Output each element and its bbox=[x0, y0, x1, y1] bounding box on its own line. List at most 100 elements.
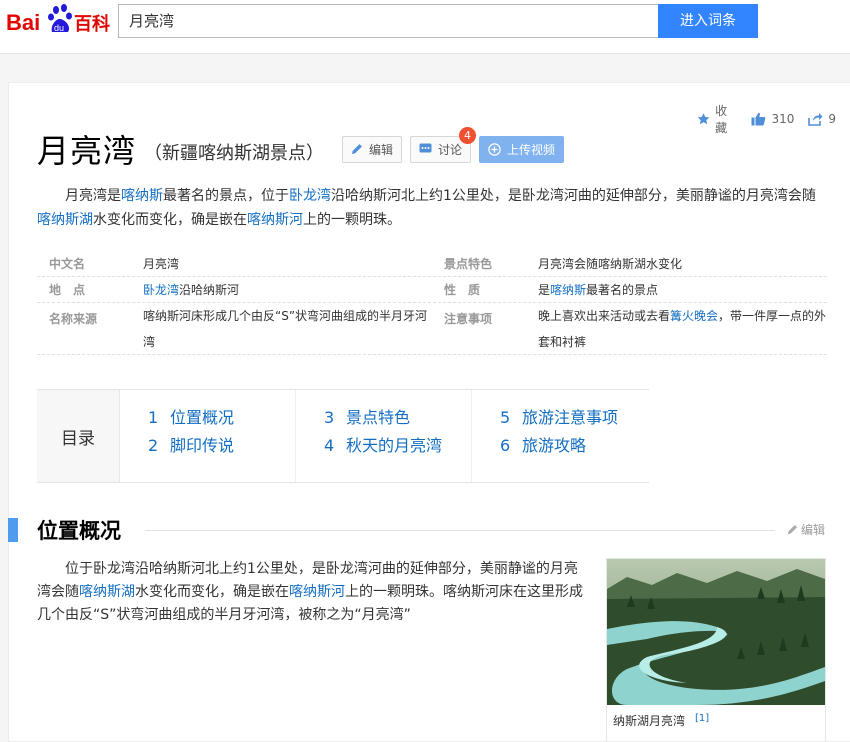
edit-button-label: 编辑 bbox=[369, 142, 394, 157]
toc-column: 3 景点特色 4 秋天的月亮湾 bbox=[296, 390, 472, 482]
toc-label: 景点特色 bbox=[346, 408, 411, 427]
info-value-text: 最著名的景点 bbox=[586, 282, 659, 297]
toc-number: 1 bbox=[148, 408, 159, 427]
info-value: 月亮湾 bbox=[143, 256, 180, 271]
enter-entry-button[interactable]: 进入词条 bbox=[658, 4, 758, 38]
discuss-button[interactable]: 讨论 4 bbox=[410, 126, 477, 163]
entry-title-row: 月亮湾 （新疆喀纳斯湖景点） 编辑 讨论 4 上传视频 bbox=[37, 126, 572, 170]
toc-item[interactable]: 6 旅游攻略 bbox=[500, 436, 648, 464]
star-icon bbox=[697, 113, 710, 125]
info-value-text: 晚上喜欢出来活动或去看 bbox=[538, 309, 671, 323]
top-header: Bai du 百科 月亮湾 进入词条 bbox=[0, 0, 850, 54]
baidu-baike-logo[interactable]: Bai du 百科 bbox=[6, 2, 110, 38]
toc-label: 位置概况 bbox=[170, 408, 235, 427]
upload-video-label: 上传视频 bbox=[507, 142, 556, 157]
section-image-card[interactable]: 纳斯湖月亮湾 [1] bbox=[606, 558, 826, 742]
search-input[interactable]: 月亮湾 bbox=[118, 4, 659, 38]
toc-label: 脚印传说 bbox=[170, 436, 235, 455]
section-divider bbox=[145, 530, 775, 531]
basic-info-table: 中文名 月亮湾 景点特色 月亮湾会随喀纳斯湖水变化 地 点 卧龙湾沿哈纳斯河 性… bbox=[37, 251, 827, 355]
share-button[interactable]: 9 bbox=[808, 112, 836, 126]
toc-column: 5 旅游注意事项 6 旅游攻略 bbox=[472, 390, 648, 482]
toc-number: 6 bbox=[500, 436, 511, 455]
toc-number: 5 bbox=[500, 408, 511, 427]
reference-link[interactable]: [1] bbox=[695, 713, 709, 724]
header-spacer bbox=[0, 55, 850, 83]
link-kanas[interactable]: 喀纳斯 bbox=[550, 283, 586, 297]
paragraph-text: 水变化而变化，确是嵌在 bbox=[135, 584, 289, 600]
toc-label: 旅游注意事项 bbox=[522, 408, 619, 427]
link-kanas-river[interactable]: 喀纳斯河 bbox=[289, 584, 345, 600]
toc-label: 旅游攻略 bbox=[522, 436, 587, 455]
section-paragraph: 位于卧龙湾沿哈纳斯河北上约1公里处，是卧龙湾河曲的延伸部分，美丽静谧的月亮湾会随… bbox=[37, 558, 587, 627]
info-value: 晚上喜欢出来活动或去看篝火晚会，带一件厚一点的外套和衬裤 bbox=[522, 303, 827, 355]
table-of-contents: 目录 1 位置概况 2 脚印传说 3 景点特色 4 秋天的月亮湾 5 旅游注意事项 6 旅游… bbox=[37, 389, 649, 483]
toc-item[interactable]: 2 脚印传说 bbox=[148, 436, 295, 464]
toc-item[interactable]: 5 旅游注意事项 bbox=[500, 408, 648, 436]
info-key: 中文名 bbox=[49, 257, 86, 271]
link-kanas-lake[interactable]: 喀纳斯湖 bbox=[79, 584, 135, 600]
toc-number: 3 bbox=[324, 408, 335, 427]
chat-icon bbox=[419, 143, 432, 153]
svg-text:du: du bbox=[54, 23, 64, 33]
info-row: 中文名 月亮湾 景点特色 月亮湾会随喀纳斯湖水变化 bbox=[37, 251, 827, 277]
info-value: 是喀纳斯最著名的景点 bbox=[522, 277, 827, 303]
svg-text:Bai: Bai bbox=[6, 10, 40, 35]
info-value: 月亮湾会随喀纳斯湖水变化 bbox=[538, 256, 683, 271]
toc-title: 目录 bbox=[37, 390, 120, 482]
image-caption-text: 纳斯湖月亮湾 bbox=[613, 714, 686, 728]
toc-item[interactable]: 3 景点特色 bbox=[324, 408, 471, 436]
upload-video-button[interactable]: 上传视频 bbox=[479, 135, 565, 163]
image-caption: 纳斯湖月亮湾 [1] bbox=[613, 712, 709, 729]
entry-stats: 收藏 310 9 bbox=[697, 104, 850, 135]
like-count: 310 bbox=[771, 112, 795, 126]
pencil-icon bbox=[787, 525, 797, 535]
discuss-count-badge: 4 bbox=[459, 126, 477, 144]
info-key: 性 质 bbox=[444, 283, 481, 297]
info-row: 名称来源 喀纳斯河床形成几个由反“S”状弯河曲组成的半月牙河湾 注意事项 晚上喜… bbox=[37, 303, 827, 355]
plus-circle-icon bbox=[488, 142, 501, 156]
toc-item[interactable]: 4 秋天的月亮湾 bbox=[324, 436, 471, 464]
link-kanas[interactable]: 喀纳斯 bbox=[121, 188, 163, 204]
toc-column: 1 位置概况 2 脚印传说 bbox=[120, 390, 296, 482]
link-wolong-bay[interactable]: 卧龙湾 bbox=[289, 188, 331, 204]
share-icon bbox=[808, 113, 823, 126]
toc-item[interactable]: 1 位置概况 bbox=[148, 408, 295, 436]
summary-text: 上的一颗明珠。 bbox=[303, 212, 401, 228]
section-marker bbox=[8, 518, 18, 542]
entry-subtitle: （新疆喀纳斯湖景点） bbox=[144, 143, 325, 164]
summary-text: 水变化而变化，确是嵌在 bbox=[93, 212, 247, 228]
discuss-button-label: 讨论 bbox=[438, 142, 463, 157]
edit-button[interactable]: 编辑 bbox=[342, 135, 403, 163]
thumbs-up-icon bbox=[751, 112, 766, 126]
svg-text:百科: 百科 bbox=[74, 13, 110, 35]
entry-title: 月亮湾 bbox=[37, 132, 137, 170]
link-kanas-river[interactable]: 喀纳斯河 bbox=[247, 212, 303, 228]
section-edit-button[interactable]: 编辑 bbox=[787, 521, 825, 538]
pencil-icon bbox=[352, 144, 362, 154]
info-key: 地 点 bbox=[49, 283, 86, 297]
link-kanas-lake[interactable]: 喀纳斯湖 bbox=[37, 212, 93, 228]
entry-summary: 月亮湾是喀纳斯最著名的景点，位于卧龙湾沿哈纳斯河北上约1公里处，是卧龙湾河曲的延… bbox=[37, 184, 827, 232]
like-button[interactable]: 310 bbox=[751, 112, 794, 126]
toc-number: 2 bbox=[148, 436, 159, 455]
link-wolong-bay[interactable]: 卧龙湾 bbox=[143, 283, 179, 297]
info-row: 地 点 卧龙湾沿哈纳斯河 性 质 是喀纳斯最著名的景点 bbox=[37, 277, 827, 303]
section-title: 位置概况 bbox=[37, 519, 121, 543]
info-key: 注意事项 bbox=[444, 312, 493, 326]
info-value: 卧龙湾沿哈纳斯河 bbox=[127, 277, 432, 303]
info-key: 景点特色 bbox=[444, 257, 493, 271]
section-edit-label: 编辑 bbox=[801, 523, 826, 537]
summary-text: 月亮湾是 bbox=[65, 188, 121, 204]
link-bonfire-party[interactable]: 篝火晚会 bbox=[670, 309, 718, 323]
info-key: 名称来源 bbox=[49, 312, 98, 326]
favorite-button[interactable]: 收藏 bbox=[697, 102, 737, 136]
favorite-label: 收藏 bbox=[715, 104, 728, 135]
toc-label: 秋天的月亮湾 bbox=[346, 436, 443, 455]
info-value-text: 是 bbox=[538, 282, 551, 297]
summary-text: 沿哈纳斯河北上约1公里处，是卧龙湾河曲的延伸部分，美丽静谧的月亮湾会随 bbox=[331, 188, 816, 204]
moon-bay-photo[interactable] bbox=[607, 559, 825, 705]
info-value-text: 沿哈纳斯河 bbox=[179, 282, 240, 297]
toc-number: 4 bbox=[324, 436, 335, 455]
info-value: 喀纳斯河床形成几个由反“S”状弯河曲组成的半月牙河湾 bbox=[143, 309, 428, 349]
